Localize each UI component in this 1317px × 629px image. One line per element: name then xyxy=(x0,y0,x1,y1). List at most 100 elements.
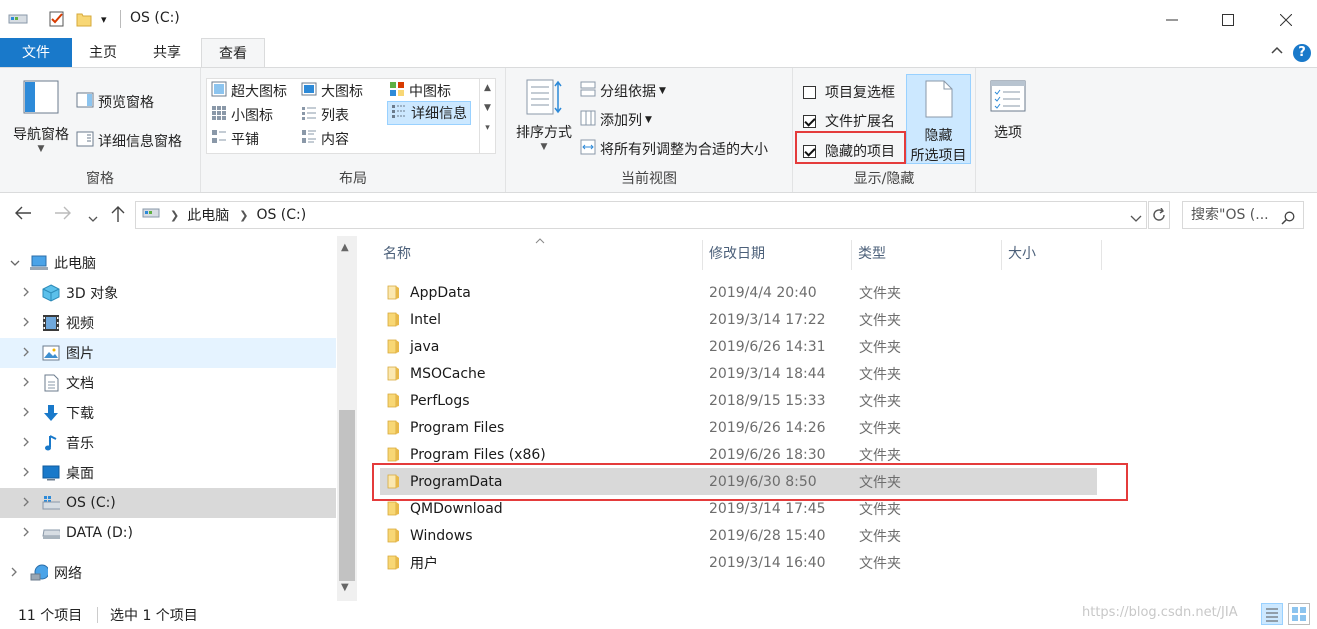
maximize-button[interactable] xyxy=(1198,0,1258,40)
address-input[interactable]: ❯ 此电脑 ❯ OS (C:) xyxy=(135,201,1147,229)
properties-icon[interactable] xyxy=(48,10,66,28)
back-arrow-icon[interactable] xyxy=(14,205,32,225)
chevron-right-icon[interactable] xyxy=(22,467,34,480)
minimize-button[interactable] xyxy=(1142,0,1202,40)
add-columns-button[interactable]: 添加列 ▼ xyxy=(580,110,652,130)
chevron-down-icon[interactable]: ▼ xyxy=(480,103,495,113)
help-icon[interactable]: ? xyxy=(1293,44,1311,62)
size-all-columns-button[interactable]: 将所有列调整为合适的大小 xyxy=(580,139,768,159)
file-date: 2018/9/15 15:33 xyxy=(709,392,826,409)
nav-pane-button[interactable]: 导航窗格 ▼ xyxy=(6,80,76,154)
group-by-button[interactable]: 分组依据 ▼ xyxy=(580,81,666,101)
chevron-right-icon[interactable] xyxy=(22,317,34,330)
tree-item-data-d[interactable]: DATA (D:) xyxy=(12,518,336,548)
tab-home[interactable]: 主页 xyxy=(76,38,130,68)
file-row[interactable]: java 2019/6/26 14:31 文件夹 xyxy=(380,333,1097,360)
maximize-icon xyxy=(1222,14,1234,26)
breadcrumb-chevron-icon[interactable]: ❯ xyxy=(239,209,248,222)
small-icons-option[interactable]: 小图标 xyxy=(211,105,273,125)
chevron-right-icon[interactable] xyxy=(22,377,34,390)
tab-file[interactable]: 文件 xyxy=(0,38,72,68)
column-header-date[interactable]: 修改日期 xyxy=(702,236,852,272)
tab-share[interactable]: 共享 xyxy=(140,38,194,68)
chevron-right-icon[interactable] xyxy=(22,287,34,300)
tree-item-pictures[interactable]: 图片 xyxy=(0,338,336,368)
file-extensions-toggle[interactable]: 文件扩展名 xyxy=(803,111,895,131)
qa-dropdown-icon[interactable]: ▾ xyxy=(101,13,107,31)
ribbon: 导航窗格 ▼ 预览窗格 详细信息窗格 窗格 布局 超大图标 大图标 中图标 小图… xyxy=(0,67,1317,193)
large-icons-option[interactable]: 大图标 xyxy=(301,81,363,101)
add-columns-icon xyxy=(580,110,596,130)
file-name: MSOCache xyxy=(410,365,486,382)
tree-item-music[interactable]: 音乐 xyxy=(12,428,336,458)
file-row[interactable]: AppData 2019/4/4 20:40 文件夹 xyxy=(380,279,1097,306)
item-checkboxes-checkbox[interactable] xyxy=(803,85,816,99)
chevron-right-icon[interactable] xyxy=(22,437,34,450)
forward-arrow-icon[interactable] xyxy=(54,205,72,225)
column-header-name[interactable]: 名称 xyxy=(376,236,702,272)
file-row[interactable]: Program Files 2019/6/26 14:26 文件夹 xyxy=(380,414,1097,441)
breadcrumb-this-pc[interactable]: 此电脑 xyxy=(187,205,229,225)
tree-item-downloads[interactable]: 下载 xyxy=(12,398,336,428)
column-header-size[interactable]: 大小 xyxy=(1001,236,1101,272)
nav-pane-scrollbar[interactable]: ▲ ▼ xyxy=(337,236,357,601)
address-dropdown-icon[interactable] xyxy=(1130,211,1142,227)
list-option[interactable]: 列表 xyxy=(301,105,349,125)
details-pane-button[interactable]: 详细信息窗格 xyxy=(76,131,182,151)
tree-item-network[interactable]: 网络 xyxy=(0,558,336,588)
breadcrumb-chevron-icon[interactable]: ❯ xyxy=(170,209,179,222)
cube-3d-icon xyxy=(42,284,60,302)
breadcrumb-os-c[interactable]: OS (C:) xyxy=(256,207,306,223)
preview-pane-button[interactable]: 预览窗格 xyxy=(76,92,154,112)
search-input[interactable]: 搜索"OS (... xyxy=(1182,201,1304,229)
file-row[interactable]: MSOCache 2019/3/14 18:44 文件夹 xyxy=(380,360,1097,387)
tiles-option[interactable]: 平铺 xyxy=(211,129,259,149)
chevron-right-icon[interactable] xyxy=(22,497,34,510)
file-row[interactable]: Windows 2019/6/28 15:40 文件夹 xyxy=(380,522,1097,549)
tree-item-3d-objects[interactable]: 3D 对象 xyxy=(12,278,336,308)
column-divider[interactable] xyxy=(1101,240,1102,270)
hide-selected-button[interactable]: 隐藏 所选项目 xyxy=(906,74,971,164)
scroll-down-icon[interactable]: ▼ xyxy=(341,582,349,593)
chevron-right-icon[interactable] xyxy=(22,527,34,540)
file-row[interactable]: Intel 2019/3/14 17:22 文件夹 xyxy=(380,306,1097,333)
details-view-button[interactable] xyxy=(1261,603,1283,625)
sort-by-button[interactable]: 排序方式 ▼ xyxy=(510,78,578,152)
options-button[interactable]: 选项 xyxy=(984,80,1032,142)
address-bar-row: ❯ 此电脑 ❯ OS (C:) 搜索"OS (... xyxy=(0,194,1317,236)
tree-item-documents[interactable]: 文档 xyxy=(12,368,336,398)
file-extensions-checkbox[interactable] xyxy=(803,114,816,128)
recent-dropdown-icon[interactable] xyxy=(88,208,98,227)
file-type: 文件夹 xyxy=(859,447,901,464)
extra-large-icons-option[interactable]: 超大图标 xyxy=(211,81,287,101)
scrollbar-thumb[interactable] xyxy=(339,410,355,581)
tree-item-desktop[interactable]: 桌面 xyxy=(12,458,336,488)
up-arrow-icon[interactable] xyxy=(110,205,126,227)
file-row[interactable]: PerfLogs 2018/9/15 15:33 文件夹 xyxy=(380,387,1097,414)
tree-item-videos[interactable]: 视频 xyxy=(12,308,336,338)
tree-item-this-pc[interactable]: 此电脑 xyxy=(0,248,336,278)
scroll-up-icon[interactable]: ▲ xyxy=(341,242,349,253)
chevron-right-icon[interactable] xyxy=(10,567,22,580)
tree-item-os-c[interactable]: OS (C:) xyxy=(0,488,336,518)
expand-gallery-icon[interactable]: ▾ xyxy=(480,123,495,133)
ribbon-collapse-icon[interactable] xyxy=(1271,42,1283,58)
chevron-right-icon[interactable] xyxy=(22,347,34,360)
medium-icons-option[interactable]: 中图标 xyxy=(389,81,451,101)
search-placeholder: 搜索"OS (... xyxy=(1191,207,1269,223)
content-option[interactable]: 内容 xyxy=(301,129,349,149)
chevron-right-icon[interactable] xyxy=(22,407,34,420)
new-folder-icon[interactable] xyxy=(76,10,92,28)
chevron-up-icon[interactable]: ▲ xyxy=(480,83,495,93)
column-header-type[interactable]: 类型 xyxy=(851,236,1001,272)
tab-view[interactable]: 查看 xyxy=(201,38,265,69)
layout-scroll[interactable]: ▲ ▼ ▾ xyxy=(479,79,495,153)
tree-item-label: 图片 xyxy=(66,346,94,362)
large-icons-view-button[interactable] xyxy=(1288,603,1310,625)
chevron-down-icon[interactable] xyxy=(10,257,22,270)
refresh-button[interactable] xyxy=(1148,201,1170,229)
details-option[interactable]: 详细信息 xyxy=(387,101,471,125)
close-button[interactable] xyxy=(1256,0,1316,40)
file-row[interactable]: 用户 2019/3/14 16:40 文件夹 xyxy=(380,549,1097,576)
item-checkboxes-toggle[interactable]: 项目复选框 xyxy=(803,82,895,102)
